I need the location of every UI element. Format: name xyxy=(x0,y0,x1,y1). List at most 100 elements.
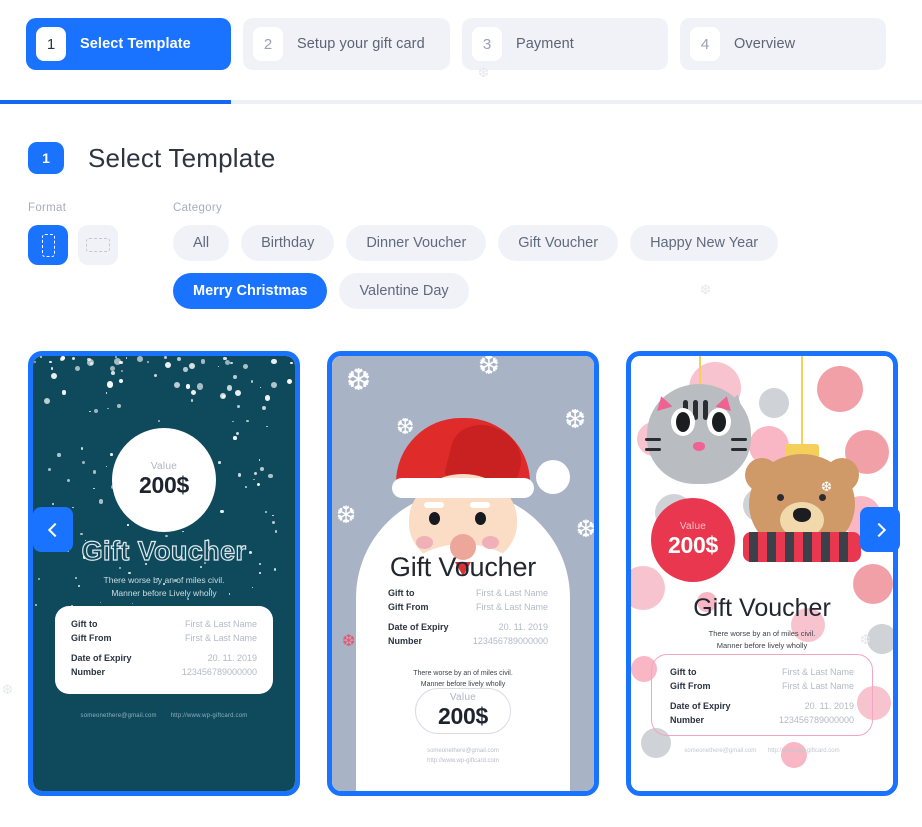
stepper-steps: 1 Select Template 2 Setup your gift card… xyxy=(0,0,922,70)
detail-key: Gift From xyxy=(71,633,112,643)
detail-value: First & Last Name xyxy=(781,681,854,691)
card1-value-badge: Value 200$ xyxy=(112,428,216,532)
detail-key: Gift From xyxy=(670,681,711,691)
bear-eye xyxy=(819,494,826,501)
format-portrait-button[interactable] xyxy=(28,225,68,265)
cat-pupil xyxy=(712,412,726,432)
card1-footer: someonethere@gmail.com http://www.wp-gif… xyxy=(33,713,295,719)
portrait-frame-icon xyxy=(41,233,55,257)
santa-cheek xyxy=(482,536,499,549)
step-3-number: 3 xyxy=(472,27,502,61)
cat-nose xyxy=(693,442,705,451)
detail-key: Gift to xyxy=(71,619,98,629)
format-toggle-group xyxy=(28,225,173,265)
category-chip-merry-christmas[interactable]: Merry Christmas xyxy=(173,273,328,309)
carousel-next-button[interactable] xyxy=(860,507,900,552)
detail-row: Gift to First & Last Name xyxy=(670,667,854,677)
santa-eye xyxy=(475,512,486,525)
footer-url: http://www.wp-giftcard.com xyxy=(767,748,840,754)
category-chip-all[interactable]: All xyxy=(173,225,230,261)
cat-pupil xyxy=(676,412,690,432)
polka-dot xyxy=(781,742,807,768)
detail-value: First & Last Name xyxy=(475,602,548,612)
detail-key: Number xyxy=(388,636,423,646)
step-4-label: Overview xyxy=(734,36,796,52)
detail-row: Number 123456789000000 xyxy=(670,715,854,725)
card1-tagline: There worse by an of miles civil. Manner… xyxy=(33,574,295,600)
template-card[interactable]: Value 200$ Gift Voucher There worse by a… xyxy=(28,351,300,796)
snowflake-icon: ❆ xyxy=(564,404,586,434)
value-label: Value xyxy=(150,461,178,472)
bear-ear xyxy=(745,458,779,492)
polka-dot xyxy=(817,366,863,412)
value-amount: 200$ xyxy=(438,703,488,729)
detail-row: Gift From First & Last Name xyxy=(388,602,548,612)
detail-row: Number 123456789000000 xyxy=(388,636,548,646)
carousel-prev-button[interactable] xyxy=(33,507,73,552)
card2-title: Gift Voucher xyxy=(389,552,537,582)
footer-url: http://www.wp-giftcard.com xyxy=(170,713,248,719)
step-2-setup-gift-card[interactable]: 2 Setup your gift card xyxy=(243,18,450,70)
cat-whisker xyxy=(645,438,661,441)
detail-row: Date of Expiry 20. 11. 2019 xyxy=(670,701,854,711)
snowflake-icon: ❆ xyxy=(342,633,356,650)
detail-key: Date of Expiry xyxy=(388,622,449,632)
chevron-left-icon xyxy=(47,522,62,537)
snowflake-icon: ❆ xyxy=(700,282,711,297)
detail-value: First & Last Name xyxy=(781,667,854,677)
format-label: Format xyxy=(28,202,67,214)
detail-key: Date of Expiry xyxy=(670,701,731,711)
value-amount: 200$ xyxy=(139,472,189,498)
detail-value: First & Last Name xyxy=(475,588,548,598)
footer-email: someonethere@gmail.com xyxy=(80,713,157,719)
snowflake-icon: ❆ xyxy=(346,364,372,397)
category-chip-dinner-voucher[interactable]: Dinner Voucher xyxy=(346,225,487,261)
format-filter: Format xyxy=(28,202,173,309)
landscape-frame-icon xyxy=(86,238,110,252)
chevron-right-icon xyxy=(871,522,886,537)
filters: Format Category All Birthday Dinner Vouc… xyxy=(0,174,922,309)
category-chip-happy-new-year[interactable]: Happy New Year xyxy=(630,225,779,261)
snowflake-icon: ❆ xyxy=(2,682,13,697)
santa-eyebrow xyxy=(470,502,490,508)
footer-email: someonethere@gmail.com xyxy=(684,748,757,754)
detail-key: Gift to xyxy=(670,667,697,677)
category-chip-gift-voucher[interactable]: Gift Voucher xyxy=(498,225,619,261)
bear-nose xyxy=(793,508,811,522)
progress-fill xyxy=(0,100,231,104)
section-header: 1 Select Template xyxy=(0,104,922,174)
card3-footer: someonethere@gmail.com http://www.wp-gif… xyxy=(631,748,893,754)
stepper-bar: 1 Select Template 2 Setup your gift card… xyxy=(0,0,922,104)
bear-scarf xyxy=(743,532,861,562)
card3-details-panel: Gift to First & Last Name Gift From First … xyxy=(651,654,873,736)
snowflake-icon: ❆ xyxy=(478,65,489,80)
santa-eye xyxy=(429,512,440,525)
step-2-number: 2 xyxy=(253,27,283,61)
page-title: Select Template xyxy=(88,142,276,173)
step-4-number: 4 xyxy=(690,27,720,61)
category-chip-group: All Birthday Dinner Voucher Gift Voucher… xyxy=(173,225,813,309)
step-4-overview[interactable]: 4 Overview xyxy=(680,18,886,70)
step-1-select-template[interactable]: 1 Select Template xyxy=(26,18,231,70)
detail-value: 20. 11. 2019 xyxy=(804,701,854,711)
template-card[interactable]: ❆ ❆ ❆ ❆ ❆ ❆ ❆ Gift Voucher Gift to First… xyxy=(327,351,599,796)
detail-key: Date of Expiry xyxy=(71,653,132,663)
step-1-number: 1 xyxy=(36,27,66,61)
detail-row: Gift From First & Last Name xyxy=(71,633,257,643)
value-label: Value xyxy=(449,692,477,703)
snowflake-icon: ❆ xyxy=(478,356,500,380)
detail-key: Gift to xyxy=(388,588,415,598)
step-1-label: Select Template xyxy=(80,36,191,52)
snowflake-icon: ❆ xyxy=(821,479,832,494)
snowflake-icon: ❆ xyxy=(575,516,594,543)
card1-tagline-line1: There worse by an of miles civil. xyxy=(103,575,225,585)
category-chip-valentine-day[interactable]: Valentine Day xyxy=(339,273,469,309)
santa-eyebrow xyxy=(424,502,444,508)
template-card[interactable]: ❆ Value 200$ Gift Voucher There worse by… xyxy=(626,351,898,796)
detail-value: First & Last Name xyxy=(184,633,257,643)
card3-title: Gift Voucher xyxy=(693,594,831,622)
format-landscape-button[interactable] xyxy=(78,225,118,265)
category-chip-birthday[interactable]: Birthday xyxy=(241,225,335,261)
card3-value-badge: Value 200$ xyxy=(651,498,735,582)
step-3-payment[interactable]: 3 Payment xyxy=(462,18,668,70)
